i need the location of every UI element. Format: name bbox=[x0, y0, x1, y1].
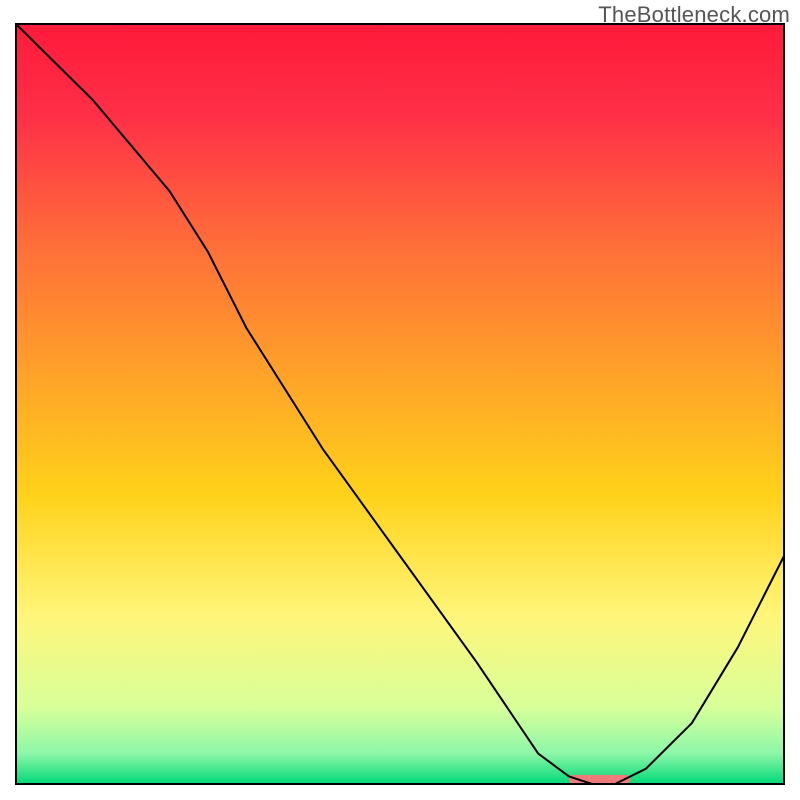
watermark-text: TheBottleneck.com bbox=[598, 2, 790, 28]
chart-container: TheBottleneck.com bbox=[0, 0, 800, 800]
bottleneck-chart bbox=[0, 0, 800, 800]
chart-background-gradient bbox=[16, 24, 784, 784]
